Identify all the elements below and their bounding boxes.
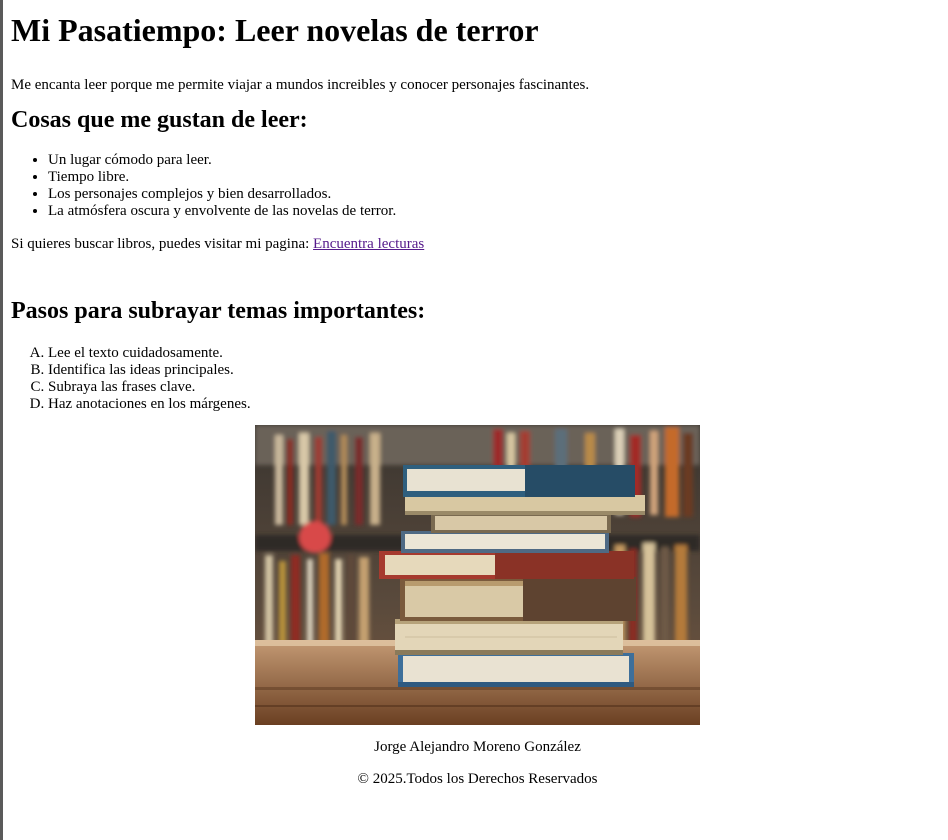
list-item: Tiempo libre. [48, 169, 948, 186]
list-item: Subraya las frases clave. [48, 379, 948, 396]
likes-heading: Cosas que me gustan de leer: [11, 107, 308, 133]
list-item: La atmósfera oscura y envolvente de las … [48, 203, 948, 220]
likes-list: Un lugar cómodo para leer. Tiempo libre.… [11, 152, 948, 220]
list-item: Haz anotaciones en los márgenes. [48, 396, 948, 413]
list-item: Los personajes complejos y bien desarrol… [48, 186, 948, 203]
find-readings-link[interactable]: Encuentra lecturas [313, 236, 424, 252]
page-title: Mi Pasatiempo: Leer novelas de terror [11, 12, 539, 48]
stack-of-books-illustration [255, 425, 700, 725]
list-item: Un lugar cómodo para leer. [48, 152, 948, 169]
steps-heading: Pasos para subrayar temas importantes: [11, 298, 426, 324]
list-item: Lee el texto cuidadosamente. [48, 345, 948, 362]
page-content: Mi Pasatiempo: Leer novelas de terror Me… [0, 0, 948, 413]
steps-list: Lee el texto cuidadosamente. Identifica … [11, 345, 948, 413]
books-image [255, 425, 700, 725]
window-edge [0, 0, 3, 840]
copyright-text: © 2025.Todos los Derechos Reservados [357, 771, 598, 787]
list-item: Identifica las ideas principales. [48, 362, 948, 379]
author-name: Jorge Alejandro Moreno González [374, 739, 581, 755]
search-paragraph: Si quieres buscar libros, puedes visitar… [11, 235, 948, 253]
intro-paragraph: Me encanta leer porque me permite viajar… [11, 77, 590, 93]
search-text: Si quieres buscar libros, puedes visitar… [11, 236, 314, 252]
